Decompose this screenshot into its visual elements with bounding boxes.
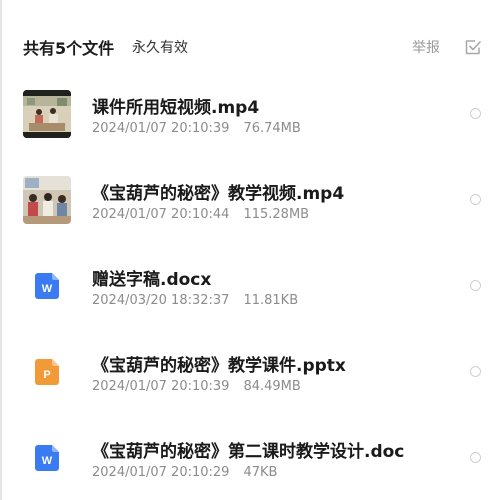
word-doc-icon: W	[35, 273, 59, 299]
file-name: 《宝葫芦的秘密》教学课件.pptx	[92, 356, 346, 376]
file-date: 2024/01/07 20:10:39	[92, 121, 230, 136]
file-list: 课件所用短视频.mp4 2024/01/07 20:10:39 76.74MB	[2, 70, 501, 500]
file-count-label: 共有5个文件	[23, 39, 115, 58]
list-item[interactable]: 课件所用短视频.mp4 2024/01/07 20:10:39 76.74MB	[2, 70, 501, 156]
select-radio[interactable]	[470, 108, 481, 119]
file-name: 《宝葫芦的秘密》教学视频.mp4	[92, 184, 345, 204]
list-item[interactable]: W 《宝葫芦的秘密》第二课时教学设计.doc 2024/01/07 20:10:…	[2, 414, 501, 500]
validity-label: 永久有效	[132, 40, 188, 56]
file-size: 47KB	[243, 465, 278, 480]
video-thumbnail	[23, 176, 71, 224]
select-radio[interactable]	[470, 194, 481, 205]
list-item[interactable]: W 赠送字稿.docx 2024/03/20 18:32:37 11.81KB	[2, 242, 501, 328]
file-meta: 2024/01/07 20:10:44 115.28MB	[92, 207, 309, 222]
file-meta: 2024/01/07 20:10:39 84.49MB	[92, 379, 301, 394]
video-thumbnail	[23, 90, 71, 138]
file-size: 115.28MB	[243, 207, 310, 222]
file-size: 84.49MB	[243, 379, 301, 394]
file-date: 2024/01/07 20:10:29	[92, 465, 230, 480]
file-date: 2024/01/07 20:10:44	[92, 207, 230, 222]
file-date: 2024/03/20 18:32:37	[92, 293, 230, 308]
list-item[interactable]: 《宝葫芦的秘密》教学视频.mp4 2024/01/07 20:10:44 115.…	[2, 156, 501, 242]
file-name: 赠送字稿.docx	[92, 270, 212, 290]
ppt-icon-letter: P	[43, 369, 50, 381]
select-radio[interactable]	[470, 452, 481, 463]
word-doc-icon: W	[35, 445, 59, 471]
file-name: 课件所用短视频.mp4	[92, 98, 260, 118]
file-name: 《宝葫芦的秘密》第二课时教学设计.doc	[92, 442, 405, 462]
file-size: 76.74MB	[243, 121, 301, 136]
ppt-doc-icon: P	[35, 359, 59, 385]
word-icon-letter: W	[42, 283, 53, 295]
file-meta: 2024/01/07 20:10:29 47KB	[92, 465, 277, 480]
list-item[interactable]: P 《宝葫芦的秘密》教学课件.pptx 2024/01/07 20:10:39 8…	[2, 328, 501, 414]
word-icon-letter: W	[42, 455, 53, 467]
file-size: 11.81KB	[243, 293, 299, 308]
file-meta: 2024/01/07 20:10:39 76.74MB	[92, 121, 301, 136]
checkbox-icon[interactable]	[464, 38, 482, 56]
file-meta: 2024/03/20 18:32:37 11.81KB	[92, 293, 298, 308]
select-radio[interactable]	[470, 280, 481, 291]
file-date: 2024/01/07 20:10:39	[92, 379, 230, 394]
select-radio[interactable]	[470, 366, 481, 377]
file-share-page: 共有5个文件 永久有效 举报 课件所用短视频.mp4 2024/01/07 20…	[0, 0, 501, 500]
report-button[interactable]: 举报	[412, 37, 440, 57]
